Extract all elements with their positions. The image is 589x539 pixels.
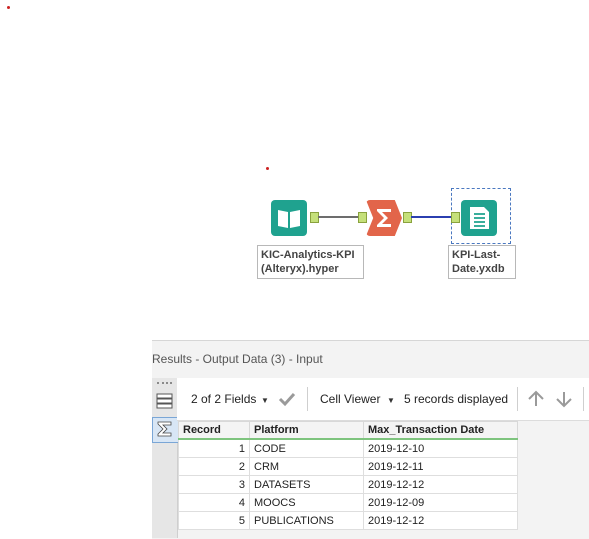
- column-header-date[interactable]: Max_Transaction Date: [363, 421, 518, 440]
- checkmark-icon[interactable]: [278, 391, 296, 407]
- date-cell[interactable]: 2019-12-10: [363, 438, 518, 458]
- date-cell[interactable]: 2019-12-12: [363, 475, 518, 494]
- column-header-platform[interactable]: Platform: [249, 421, 364, 440]
- fields-selector[interactable]: 2 of 2 Fields: [191, 392, 256, 406]
- sigma-tab[interactable]: [152, 417, 179, 443]
- list-view-tab[interactable]: [155, 390, 174, 412]
- toolbar-separator: [583, 387, 584, 411]
- table-header-row: Record Platform Max_Transaction Date: [178, 421, 518, 440]
- cell-viewer-button[interactable]: Cell Viewer: [320, 392, 380, 406]
- platform-cell[interactable]: DATASETS: [249, 475, 364, 494]
- record-cell[interactable]: 1: [178, 438, 250, 458]
- output-data-tool[interactable]: [461, 200, 497, 236]
- summarize-tool[interactable]: [366, 200, 402, 236]
- records-count: 5 records displayed: [404, 392, 509, 406]
- input-data-tool[interactable]: [271, 200, 307, 236]
- document-icon: [470, 207, 489, 229]
- input-anchor[interactable]: [358, 212, 367, 223]
- platform-cell[interactable]: CODE: [249, 438, 364, 458]
- up-arrow-icon[interactable]: [527, 390, 545, 408]
- results-side-tabs: [152, 378, 179, 538]
- date-cell[interactable]: 2019-12-11: [363, 457, 518, 476]
- toolbar-separator: [517, 387, 518, 411]
- results-table: Record Platform Max_Transaction Date 1 C…: [178, 421, 518, 530]
- record-cell[interactable]: 3: [178, 475, 250, 494]
- platform-cell[interactable]: MOOCS: [249, 493, 364, 512]
- table-row[interactable]: 1 CODE 2019-12-10: [178, 438, 518, 458]
- canvas-marker-dot: [7, 6, 10, 9]
- record-cell[interactable]: 2: [178, 457, 250, 476]
- canvas-marker-dot: [266, 167, 269, 170]
- grip-dots: [157, 382, 172, 387]
- table-row[interactable]: 4 MOOCS 2019-12-09: [178, 493, 518, 512]
- results-toolbar: 2 of 2 Fields ▼ Cell Viewer ▼ 5 records …: [177, 378, 589, 421]
- connection-line: [411, 216, 451, 218]
- sigma-icon: [377, 209, 391, 227]
- date-cell[interactable]: 2019-12-12: [363, 511, 518, 530]
- results-title: Results - Output Data (3) - Input: [152, 352, 323, 366]
- platform-cell[interactable]: PUBLICATIONS: [249, 511, 364, 530]
- toolbar-separator: [307, 387, 308, 411]
- record-cell[interactable]: 5: [178, 511, 250, 530]
- platform-cell[interactable]: CRM: [249, 457, 364, 476]
- down-arrow-icon[interactable]: [555, 390, 573, 408]
- list-view-icon: [156, 393, 173, 409]
- input-anchor[interactable]: [451, 212, 460, 223]
- record-cell[interactable]: 4: [178, 493, 250, 512]
- date-cell[interactable]: 2019-12-09: [363, 493, 518, 512]
- column-header-record[interactable]: Record: [178, 421, 250, 440]
- book-icon: [278, 210, 300, 228]
- table-row[interactable]: 2 CRM 2019-12-11: [178, 457, 518, 476]
- table-row[interactable]: 3 DATASETS 2019-12-12: [178, 475, 518, 494]
- sigma-tab-icon: [157, 421, 172, 437]
- input-tool-label: KIC-Analytics-KPI (Alteryx).hyper: [257, 245, 364, 279]
- table-row[interactable]: 5 PUBLICATIONS 2019-12-12: [178, 511, 518, 530]
- dropdown-caret-icon[interactable]: ▼: [261, 396, 269, 405]
- dropdown-caret-icon[interactable]: ▼: [387, 396, 395, 405]
- output-tool-label: KPI-Last- Date.yxdb: [448, 245, 516, 279]
